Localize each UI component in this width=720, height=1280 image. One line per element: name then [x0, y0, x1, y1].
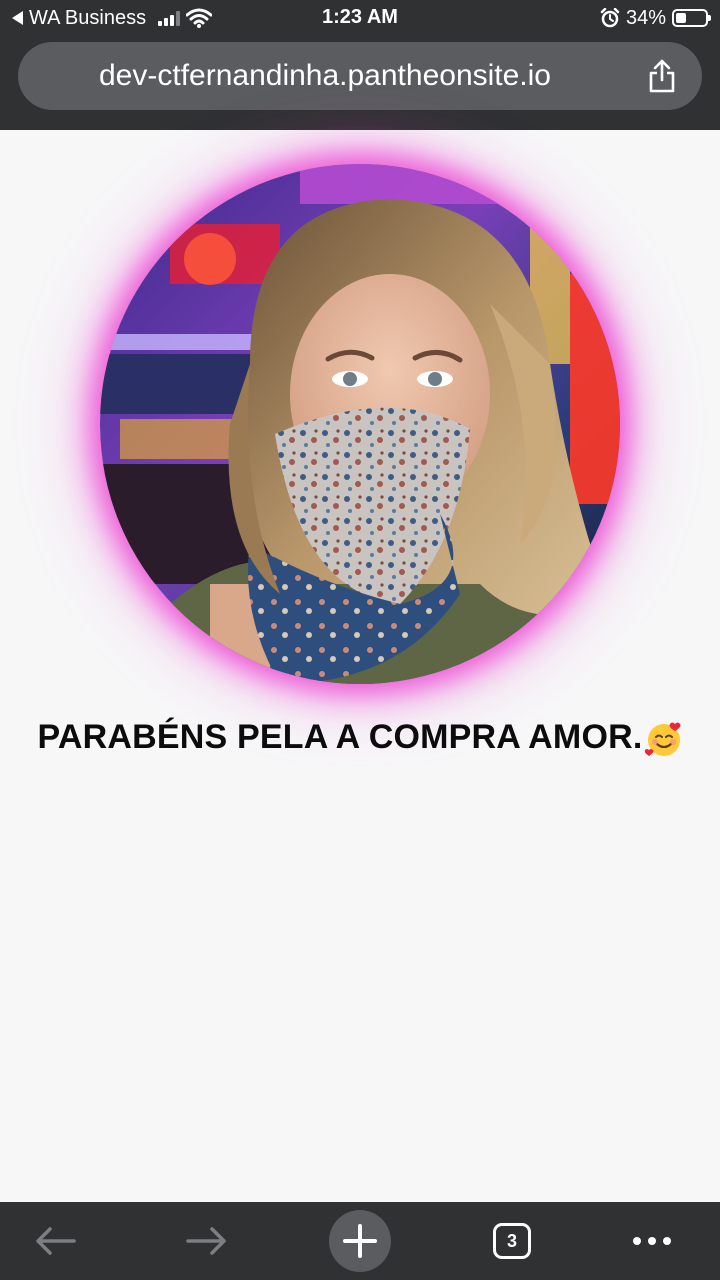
more-dots-icon: [633, 1237, 671, 1245]
profile-photo: [100, 164, 620, 684]
new-tab-button[interactable]: [328, 1202, 392, 1280]
profile-photo-image: [100, 164, 620, 684]
arrow-right-icon: [186, 1227, 226, 1255]
status-bar: WA Business 1:23 AM 34%: [0, 0, 720, 36]
page-headline: PARABÉNS PELA A COMPRA AMOR.: [0, 718, 720, 758]
browser-url-area: dev-ctfernandinha.pantheonsite.io: [0, 36, 720, 130]
back-button[interactable]: [20, 1202, 90, 1280]
battery-percent: 34%: [625, 6, 666, 29]
more-button[interactable]: [620, 1202, 684, 1280]
alarm-icon: [600, 8, 620, 28]
battery-icon: [672, 9, 711, 27]
share-icon: [649, 59, 675, 93]
headline-text: PARABÉNS PELA A COMPRA AMOR.: [37, 718, 643, 756]
address-bar[interactable]: dev-ctfernandinha.pantheonsite.io: [18, 42, 702, 110]
browser-screen: WA Business 1:23 AM 34% dev-ctfernandinh…: [0, 0, 720, 1280]
tabs-button[interactable]: 3: [484, 1202, 540, 1280]
browser-toolbar: 3: [0, 1202, 720, 1280]
new-tab-circle: [329, 1210, 391, 1272]
tab-count: 3: [493, 1223, 531, 1259]
url-text[interactable]: dev-ctfernandinha.pantheonsite.io: [18, 42, 632, 110]
battery-level: [676, 13, 686, 23]
share-button[interactable]: [642, 56, 682, 96]
forward-button[interactable]: [172, 1202, 242, 1280]
plus-icon: [343, 1224, 377, 1258]
arrow-left-icon: [36, 1227, 76, 1255]
smiling-face-with-hearts-icon: [644, 722, 680, 757]
status-right: 34%: [600, 6, 711, 30]
page-content: PARABÉNS PELA A COMPRA AMOR.: [0, 130, 720, 1202]
